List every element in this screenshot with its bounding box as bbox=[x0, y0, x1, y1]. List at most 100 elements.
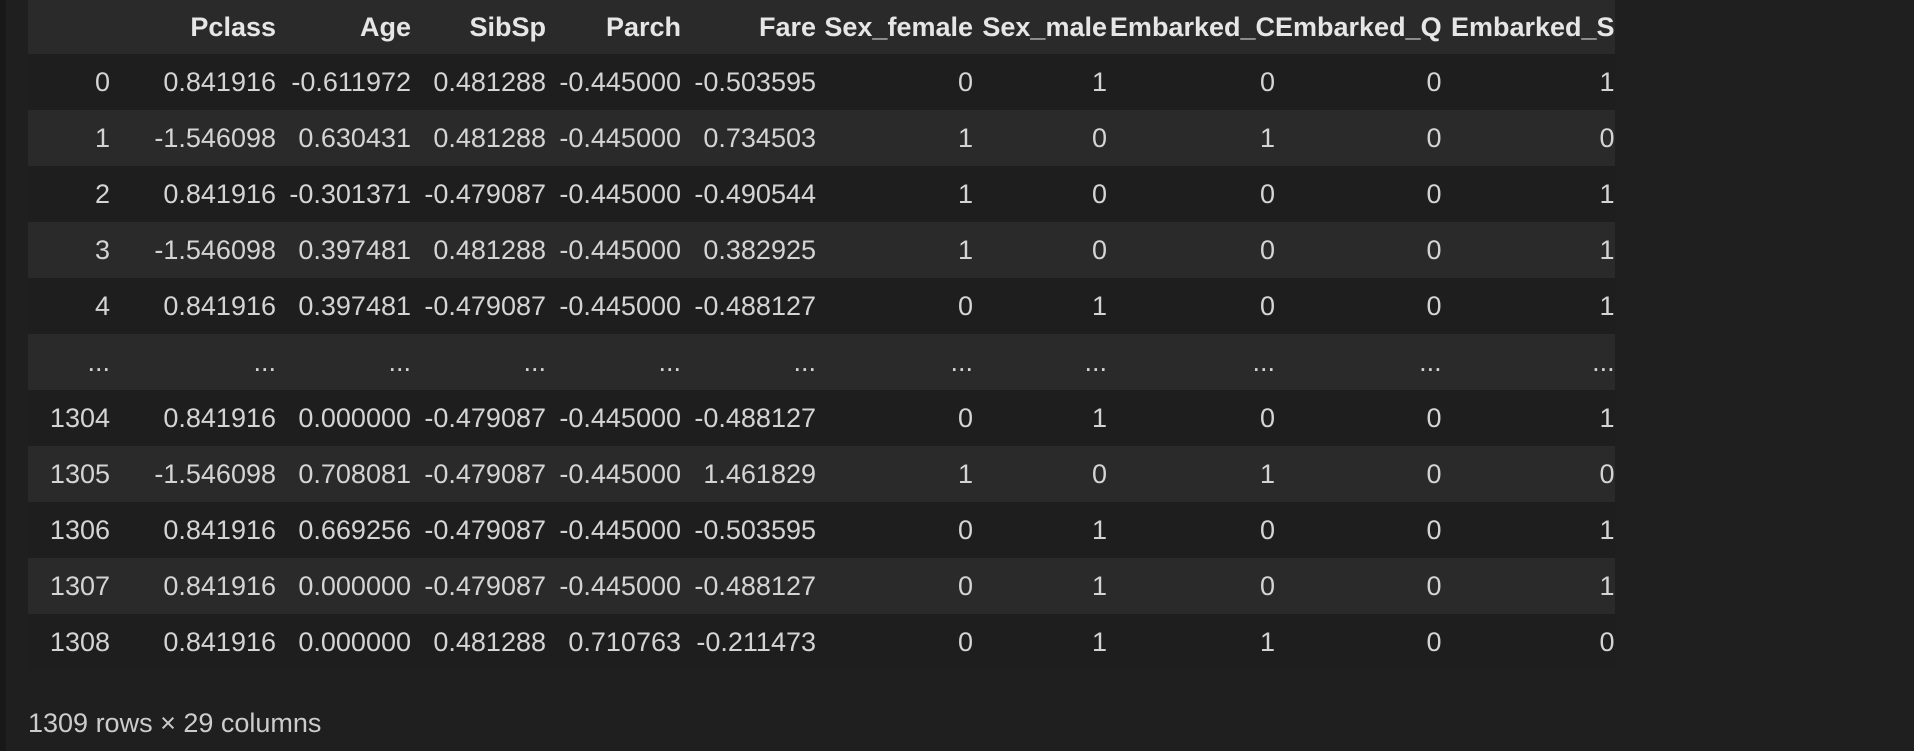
table-cell: 1 bbox=[1091, 290, 1107, 321]
table-cell: ... bbox=[388, 346, 411, 377]
table-cell: 0 bbox=[1259, 178, 1275, 209]
row-index: 2 bbox=[94, 178, 110, 209]
column-header: Pclass bbox=[190, 11, 276, 42]
table-cell: -1.546098 bbox=[154, 122, 276, 153]
table-cell: 0 bbox=[1426, 122, 1442, 153]
table-row: 3 -1.546098 0.397481 0.481288 -0.445000 0.382… bbox=[28, 222, 1615, 278]
row-index: 1305 bbox=[49, 458, 110, 489]
table-cell: 1.461829 bbox=[703, 458, 816, 489]
table-cell: 1 bbox=[1599, 570, 1615, 601]
table-cell: ... bbox=[253, 346, 276, 377]
table-cell: -1.546098 bbox=[154, 458, 276, 489]
table-cell: 1 bbox=[1091, 626, 1107, 657]
table-cell: 0 bbox=[1426, 66, 1442, 97]
row-index: 3 bbox=[94, 234, 110, 265]
table-cell: 0.841916 bbox=[163, 514, 276, 545]
table-cell: 1 bbox=[1599, 234, 1615, 265]
table-cell: 0 bbox=[1426, 570, 1442, 601]
column-header: Sex_female bbox=[824, 11, 973, 42]
table-cell: 0 bbox=[1426, 290, 1442, 321]
table-cell: 0 bbox=[1426, 234, 1442, 265]
table-cell: -0.445000 bbox=[559, 234, 681, 265]
table-cell: 0.734503 bbox=[703, 122, 816, 153]
editor-gutter bbox=[0, 0, 6, 751]
table-cell: 0.000000 bbox=[298, 570, 411, 601]
table-cell: 1 bbox=[957, 178, 973, 209]
table-cell: -0.479087 bbox=[424, 178, 546, 209]
dataframe-shape: 1309 rows × 29 columns bbox=[28, 708, 322, 738]
table-cell: 0 bbox=[1259, 570, 1275, 601]
table-cell: -0.503595 bbox=[694, 66, 816, 97]
table-cell: -0.479087 bbox=[424, 290, 546, 321]
table-cell: 0.841916 bbox=[163, 178, 276, 209]
table-cell: 1 bbox=[1259, 458, 1275, 489]
table-cell: -0.445000 bbox=[559, 290, 681, 321]
table-cell: ... bbox=[658, 346, 681, 377]
table-cell: 0.000000 bbox=[298, 402, 411, 433]
table-cell: 1 bbox=[1091, 66, 1107, 97]
table-cell: 0.481288 bbox=[433, 66, 546, 97]
table-cell: 1 bbox=[1599, 178, 1615, 209]
table-row: 1305 -1.546098 0.708081 -0.479087 -0.445000 1… bbox=[28, 446, 1615, 502]
table-cell: 0.630431 bbox=[298, 122, 411, 153]
table-cell: ... bbox=[793, 346, 816, 377]
table-body: 0 0.841916 -0.611972 0.481288 -0.445000 -0.50… bbox=[28, 54, 1615, 670]
table-cell: 1 bbox=[1091, 402, 1107, 433]
table-cell: 0 bbox=[1426, 402, 1442, 433]
table-cell: 0.841916 bbox=[163, 66, 276, 97]
table-cell: 0 bbox=[1426, 626, 1442, 657]
table-cell: -0.479087 bbox=[424, 458, 546, 489]
table-cell: 0.397481 bbox=[298, 290, 411, 321]
row-index: 4 bbox=[94, 290, 110, 321]
table-cell: 1 bbox=[957, 458, 973, 489]
table-cell: 0 bbox=[1091, 458, 1107, 489]
table-cell: -0.479087 bbox=[424, 402, 546, 433]
table-cell: -0.490544 bbox=[694, 178, 816, 209]
table-row: 0 0.841916 -0.611972 0.481288 -0.445000 -0.50… bbox=[28, 54, 1615, 110]
column-header: Fare bbox=[758, 11, 816, 42]
table-cell: 0 bbox=[1091, 234, 1107, 265]
table-cell: 0.710763 bbox=[568, 626, 681, 657]
table-cell: 0.382925 bbox=[703, 234, 816, 265]
row-index: 1306 bbox=[49, 514, 110, 545]
table-cell: 0.481288 bbox=[433, 234, 546, 265]
table-cell: -0.611972 bbox=[291, 66, 411, 97]
dataframe-table: Pclass Age SibSp Parch Fare Sex_female Sex_mal… bbox=[28, 0, 1615, 670]
index-header bbox=[28, 0, 110, 54]
column-header: Sex_male bbox=[982, 11, 1107, 42]
table-row: 1308 0.841916 0.000000 0.481288 0.710763 -0.2… bbox=[28, 614, 1615, 670]
table-cell: 0.841916 bbox=[163, 290, 276, 321]
table-cell: ... bbox=[1252, 346, 1275, 377]
table-cell: -0.503595 bbox=[694, 514, 816, 545]
column-header: Embarked_S bbox=[1450, 11, 1615, 42]
table-cell: 1 bbox=[957, 122, 973, 153]
table-cell: 1 bbox=[1091, 514, 1107, 545]
table-row: 4 0.841916 0.397481 -0.479087 -0.445000 -0.48… bbox=[28, 278, 1615, 334]
table-cell: 1 bbox=[957, 234, 973, 265]
table-cell: -0.445000 bbox=[559, 458, 681, 489]
table-cell: 0 bbox=[1259, 514, 1275, 545]
table-cell: -0.445000 bbox=[559, 66, 681, 97]
table-header: Pclass Age SibSp Parch Fare Sex_female Sex_mal… bbox=[28, 0, 1615, 54]
table-cell: 0 bbox=[1091, 122, 1107, 153]
table-cell: -0.445000 bbox=[559, 178, 681, 209]
table-cell: -0.445000 bbox=[559, 402, 681, 433]
row-index: 1307 bbox=[49, 570, 110, 601]
table-cell: 0.000000 bbox=[298, 626, 411, 657]
row-index: ... bbox=[87, 346, 110, 377]
table-cell: 0.481288 bbox=[433, 626, 546, 657]
column-header: Age bbox=[359, 11, 411, 42]
table-cell: 0 bbox=[1259, 402, 1275, 433]
table-cell: 0 bbox=[1599, 458, 1615, 489]
table-cell: 1 bbox=[1091, 570, 1107, 601]
table-cell: 0 bbox=[957, 514, 973, 545]
column-header: Parch bbox=[605, 11, 681, 42]
table-cell: 0 bbox=[957, 570, 973, 601]
table-cell: 0 bbox=[1426, 458, 1442, 489]
table-cell: 0 bbox=[1426, 178, 1442, 209]
table-cell: -0.445000 bbox=[559, 570, 681, 601]
table-row: 1307 0.841916 0.000000 -0.479087 -0.445000 -0… bbox=[28, 558, 1615, 614]
table-cell: 0.708081 bbox=[298, 458, 411, 489]
table-cell: 0 bbox=[1259, 234, 1275, 265]
column-header: SibSp bbox=[469, 11, 546, 42]
